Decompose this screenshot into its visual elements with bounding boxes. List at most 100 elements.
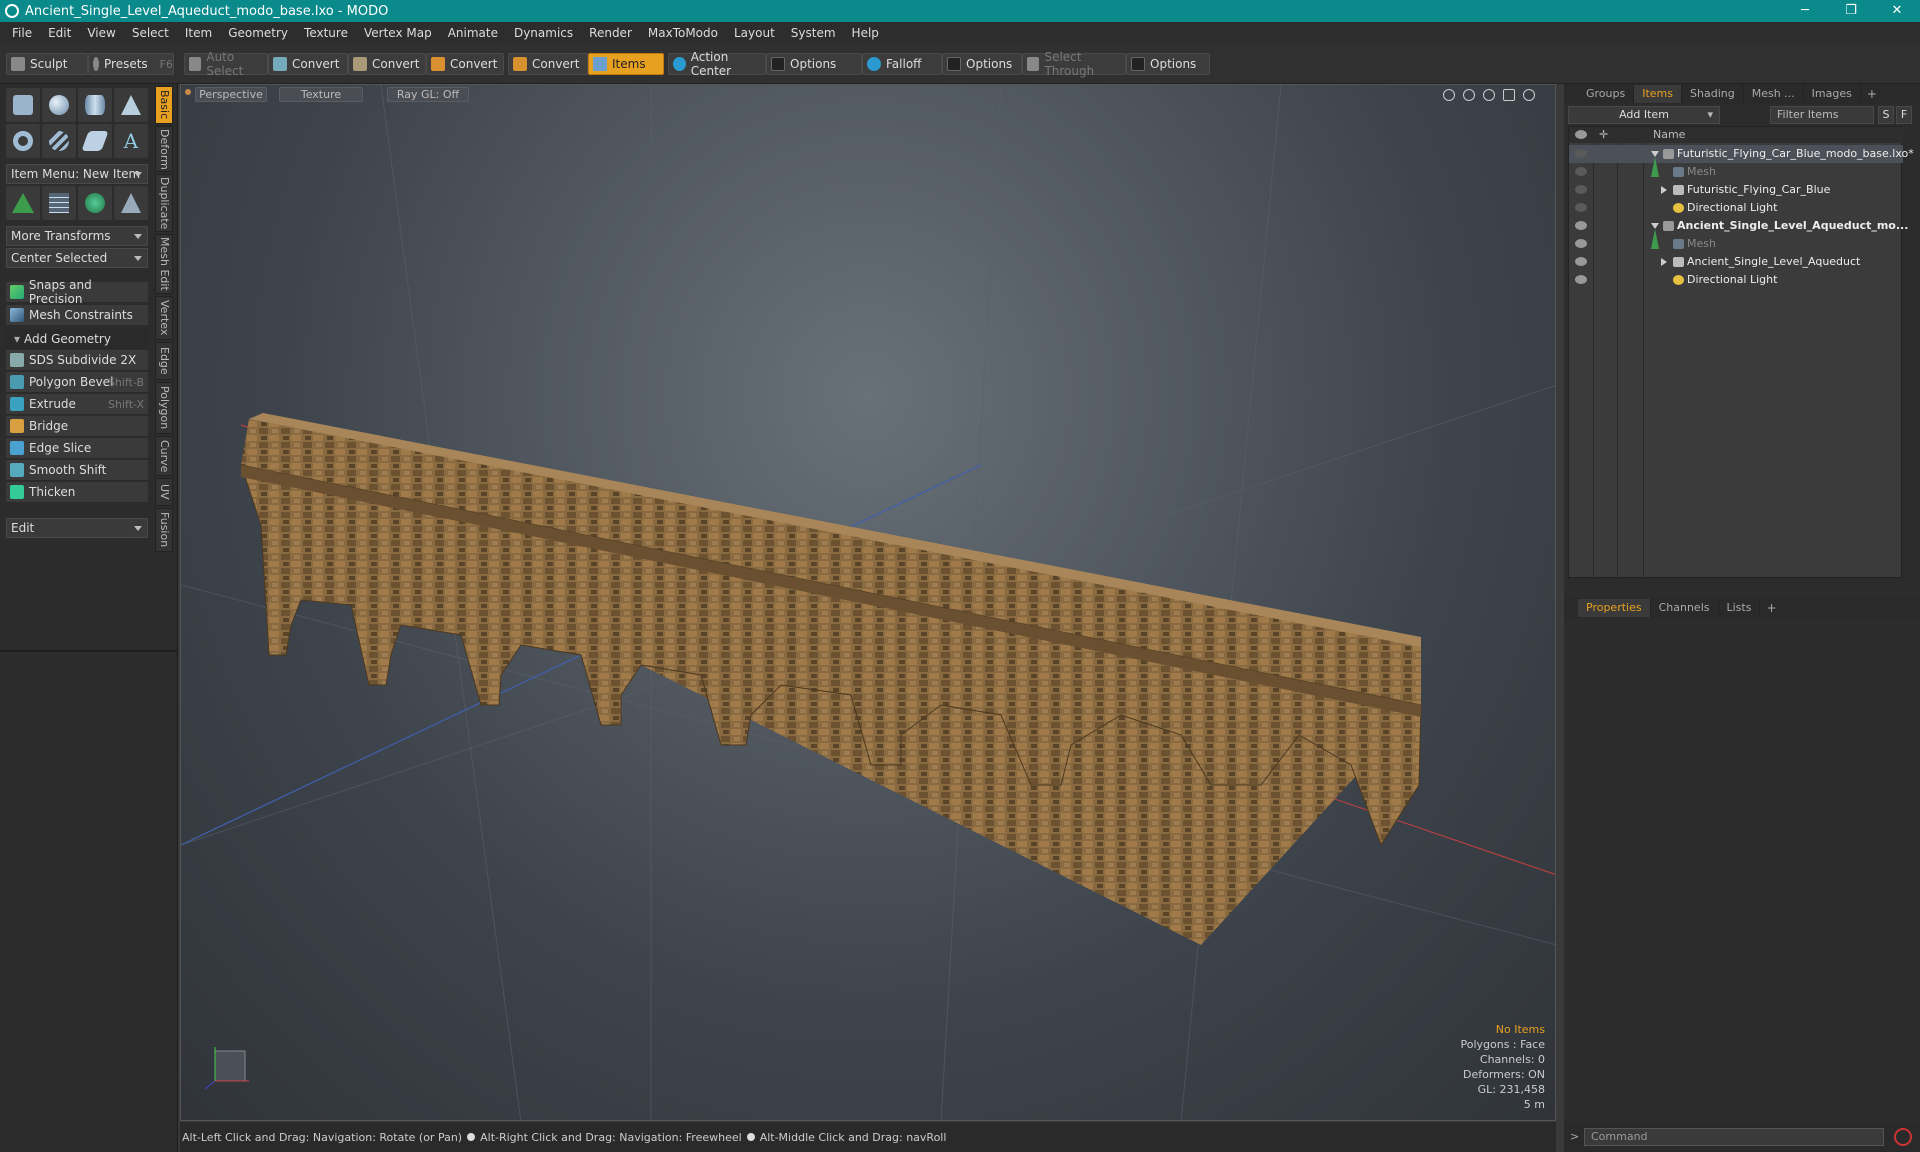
cube-tool[interactable] (6, 88, 40, 122)
spiral-tool[interactable] (42, 124, 76, 158)
chevron-right-icon[interactable] (1661, 186, 1667, 194)
tab-items[interactable]: Items (1634, 85, 1683, 103)
eye-icon[interactable] (1575, 203, 1587, 212)
falloff-button[interactable]: Falloff (862, 53, 942, 75)
items-mode-button[interactable]: Items (588, 53, 664, 75)
raygl-button[interactable]: Ray GL: Off (387, 87, 469, 102)
close-button[interactable]: ✕ (1874, 0, 1920, 22)
torus-tool[interactable] (6, 124, 40, 158)
smooth-shift-button[interactable]: Smooth Shift (6, 460, 148, 481)
locator-tool[interactable] (6, 186, 40, 220)
edit-dropdown[interactable]: Edit (6, 518, 148, 538)
convert-vertices-button[interactable]: Convert (268, 53, 348, 75)
tab-mesh[interactable]: Mesh ... (1744, 85, 1804, 103)
eye-icon[interactable] (1575, 221, 1587, 230)
list-item[interactable]: Ancient_Single_Level_Aqueduct (1569, 253, 1903, 271)
menu-texture[interactable]: Texture (296, 26, 356, 40)
menu-dynamics[interactable]: Dynamics (506, 26, 581, 40)
maximize-button[interactable]: ❐ (1828, 0, 1874, 22)
action-center-button[interactable]: Action Center (668, 50, 766, 78)
cone-tool[interactable] (114, 88, 148, 122)
list-item[interactable]: Futuristic_Flying_Car_Blue_modo_base.lxo… (1569, 145, 1914, 177)
menu-vertex-map[interactable]: Vertex Map (356, 26, 440, 40)
add-item-dropdown[interactable]: Add Item ▾ (1568, 106, 1720, 124)
zoom-view-icon[interactable] (1483, 89, 1495, 101)
gear-icon[interactable] (1523, 89, 1535, 101)
add-tab-icon[interactable]: + (1861, 87, 1883, 101)
list-item[interactable]: Directional Light (1569, 199, 1903, 217)
eye-icon[interactable] (1575, 130, 1587, 139)
list-item[interactable]: Futuristic_Flying_Car_Blue (1569, 181, 1903, 199)
shading-mode-button[interactable]: Texture (279, 87, 363, 102)
record-icon[interactable] (1894, 1128, 1912, 1146)
eye-icon[interactable] (1575, 185, 1587, 194)
tab-basic[interactable]: Basic (155, 86, 173, 124)
s-button[interactable]: S (1878, 106, 1894, 124)
menu-maxtomodo[interactable]: MaxToModo (640, 26, 726, 40)
convert-edges-button[interactable]: Convert (348, 53, 426, 75)
tab-channels[interactable]: Channels (1651, 599, 1719, 617)
tab-uv[interactable]: UV (155, 478, 173, 506)
3d-viewport[interactable]: Perspective Texture Ray GL: Off No Items… (180, 84, 1556, 1121)
viewport-menu-icon[interactable] (185, 89, 191, 95)
menu-select[interactable]: Select (124, 26, 177, 40)
tab-duplicate[interactable]: Duplicate (155, 174, 173, 232)
edge-slice-button[interactable]: Edge Slice (6, 438, 148, 459)
extrude-button[interactable]: Extrude Shift-X (6, 394, 148, 415)
select-through-button[interactable]: Select Through (1022, 50, 1126, 78)
thicken-button[interactable]: Thicken (6, 482, 148, 503)
tab-vertex[interactable]: Vertex (155, 296, 173, 340)
tab-curve[interactable]: Curve (155, 436, 173, 476)
menu-file[interactable]: File (4, 26, 40, 40)
add-tab-icon[interactable]: + (1760, 601, 1782, 615)
tab-deform[interactable]: Deform (155, 126, 173, 172)
cylinder-tool[interactable] (78, 88, 112, 122)
eye-icon[interactable] (1575, 167, 1587, 176)
list-item[interactable]: Mesh (1569, 235, 1903, 253)
eye-icon[interactable] (1575, 239, 1587, 248)
lock-icon[interactable]: ✛ (1599, 128, 1608, 141)
tab-shading[interactable]: Shading (1682, 85, 1744, 103)
chevron-right-icon[interactable] (1661, 258, 1667, 266)
text-tool[interactable]: A (114, 124, 148, 158)
tab-images[interactable]: Images (1804, 85, 1861, 103)
tab-mesh-edit[interactable]: Mesh Edit (155, 234, 173, 294)
presets-button[interactable]: Presets F6 (88, 53, 174, 75)
view-type-button[interactable]: Perspective (195, 87, 267, 102)
list-item[interactable]: Directional Light (1569, 271, 1903, 289)
menu-system[interactable]: System (783, 26, 844, 40)
menu-geometry[interactable]: Geometry (220, 26, 296, 40)
sds-subdivide-button[interactable]: SDS Subdivide 2X (6, 350, 148, 371)
more-transforms-dropdown[interactable]: More Transforms (6, 226, 148, 246)
minimize-button[interactable]: ─ (1782, 0, 1828, 22)
menu-layout[interactable]: Layout (726, 26, 783, 40)
eye-icon[interactable] (1575, 149, 1587, 158)
convert-materials-button[interactable]: Convert (508, 53, 588, 75)
globe-tool[interactable] (78, 186, 112, 220)
command-input[interactable]: Command (1584, 1128, 1884, 1146)
grid-tool[interactable] (42, 186, 76, 220)
f-button[interactable]: F (1896, 106, 1912, 124)
convert-polygons-button[interactable]: Convert (426, 53, 504, 75)
chevron-right-icon[interactable]: > (1570, 1130, 1579, 1143)
filter-items-input[interactable]: Filter Items (1770, 106, 1874, 124)
bridge-button[interactable]: Bridge (6, 416, 148, 437)
menu-render[interactable]: Render (581, 26, 640, 40)
options-button-2[interactable]: Options (942, 53, 1022, 75)
list-item[interactable]: Ancient_Single_Level_Aqueduct_mo... (1569, 217, 1908, 249)
tab-lists[interactable]: Lists (1719, 599, 1761, 617)
menu-view[interactable]: View (79, 26, 123, 40)
polygon-bevel-button[interactable]: Polygon Bevel Shift-B (6, 372, 148, 393)
rotate-view-icon[interactable] (1463, 89, 1475, 101)
menu-item[interactable]: Item (177, 26, 220, 40)
menu-animate[interactable]: Animate (440, 26, 506, 40)
tab-fusion[interactable]: Fusion (155, 508, 173, 552)
tab-groups[interactable]: Groups (1578, 85, 1635, 103)
maximize-view-icon[interactable] (1503, 89, 1515, 101)
pyramid-tool[interactable] (114, 186, 148, 220)
eye-icon[interactable] (1575, 257, 1587, 266)
disc-tool[interactable] (78, 124, 112, 158)
center-selected-dropdown[interactable]: Center Selected (6, 248, 148, 268)
auto-select-button[interactable]: Auto Select (184, 50, 268, 78)
eye-icon[interactable] (1575, 275, 1587, 284)
